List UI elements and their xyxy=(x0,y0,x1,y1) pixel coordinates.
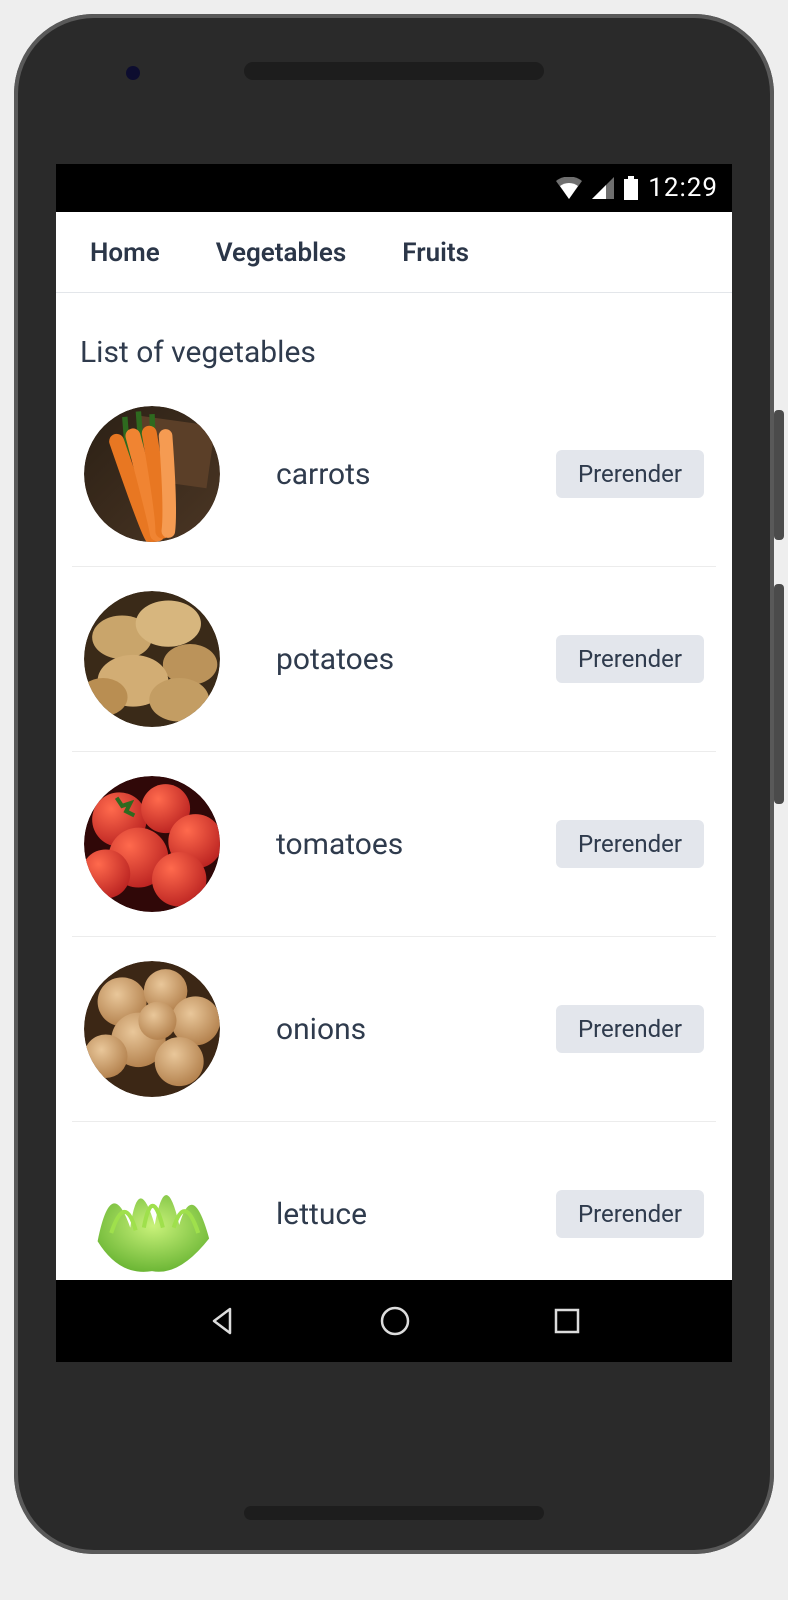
earpiece-speaker xyxy=(244,62,544,80)
item-name: lettuce xyxy=(220,1197,556,1232)
front-camera xyxy=(126,66,140,80)
wifi-icon xyxy=(556,177,582,199)
item-thumbnail-carrots xyxy=(84,406,220,542)
page-title: List of vegetables xyxy=(56,293,732,382)
prerender-button[interactable]: Prerender xyxy=(556,450,704,498)
vegetable-list: carrots Prerender po xyxy=(56,382,732,1306)
tab-home[interactable]: Home xyxy=(90,238,160,268)
item-thumbnail-tomatoes xyxy=(84,776,220,912)
tab-fruits[interactable]: Fruits xyxy=(402,238,469,268)
prerender-button[interactable]: Prerender xyxy=(556,820,704,868)
item-thumbnail-potatoes xyxy=(84,591,220,727)
prerender-button[interactable]: Prerender xyxy=(556,635,704,683)
item-name: potatoes xyxy=(220,642,556,677)
nav-recent-apps-button[interactable] xyxy=(552,1306,582,1336)
nav-home-button[interactable] xyxy=(378,1304,412,1338)
list-item[interactable]: carrots Prerender xyxy=(72,382,716,567)
prerender-button[interactable]: Prerender xyxy=(556,1190,704,1238)
item-name: carrots xyxy=(220,457,556,492)
cell-signal-icon xyxy=(592,177,614,199)
phone-frame: 12:29 Home Vegetables Fruits List of veg… xyxy=(14,14,774,1554)
nav-back-button[interactable] xyxy=(206,1305,238,1337)
item-name: onions xyxy=(220,1012,556,1047)
item-thumbnail-lettuce xyxy=(84,1146,220,1282)
battery-icon xyxy=(624,176,638,200)
prerender-button[interactable]: Prerender xyxy=(556,1005,704,1053)
top-nav: Home Vegetables Fruits xyxy=(56,212,732,293)
item-name: tomatoes xyxy=(220,827,556,862)
list-item[interactable]: tomatoes Prerender xyxy=(72,752,716,937)
bottom-speaker xyxy=(244,1506,544,1520)
screen: 12:29 Home Vegetables Fruits List of veg… xyxy=(56,164,732,1362)
status-bar: 12:29 xyxy=(56,164,732,212)
android-nav-bar xyxy=(56,1280,732,1362)
item-thumbnail-onions xyxy=(84,961,220,1097)
tab-vegetables[interactable]: Vegetables xyxy=(216,238,347,268)
status-time: 12:29 xyxy=(648,173,718,203)
list-item[interactable]: potatoes Prerender xyxy=(72,567,716,752)
list-item[interactable]: onions Prerender xyxy=(72,937,716,1122)
list-item[interactable]: lettuce Prerender xyxy=(72,1122,716,1306)
